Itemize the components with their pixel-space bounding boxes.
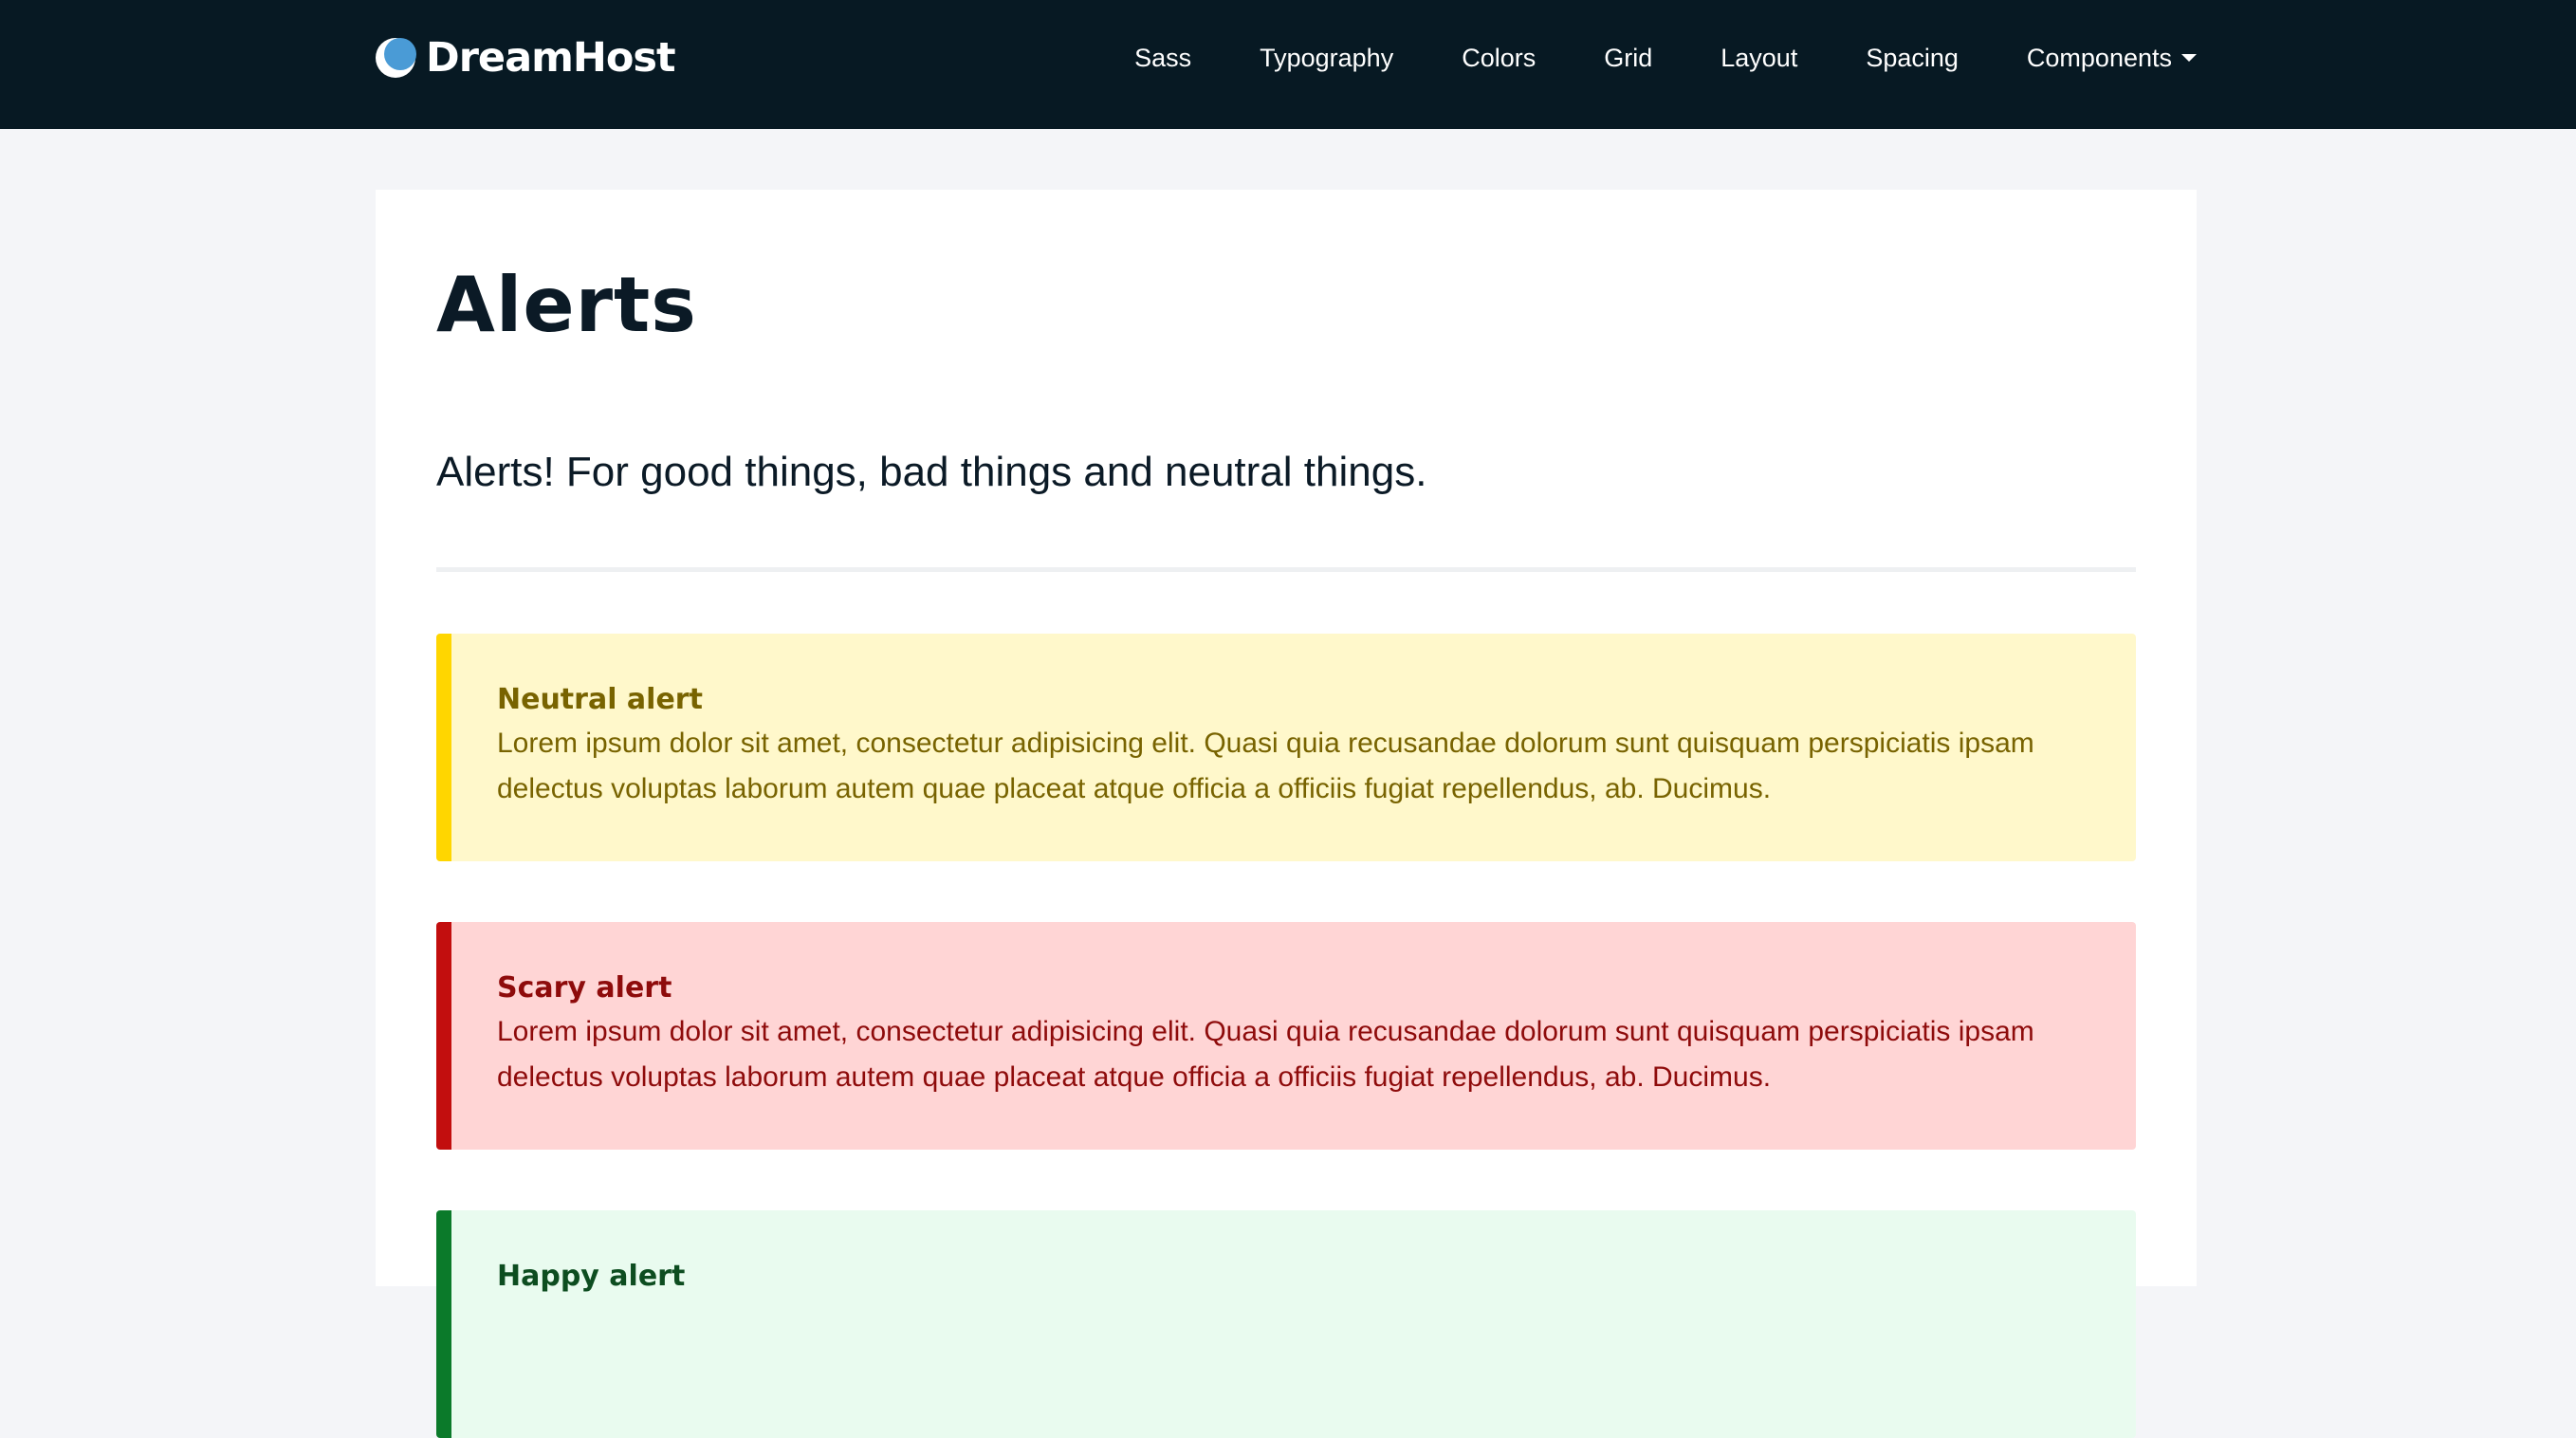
chevron-down-icon <box>2181 54 2197 62</box>
alert-body: Lorem ipsum dolor sit amet, consectetur … <box>497 1016 2034 1093</box>
alert-title: Neutral alert <box>497 683 703 716</box>
nav-item-sass[interactable]: Sass <box>1134 38 1191 78</box>
nav-item-layout[interactable]: Layout <box>1720 38 1797 78</box>
neutral-alert: Neutral alert Lorem ipsum dolor sit amet… <box>436 634 2136 861</box>
brand-link[interactable]: DreamHost <box>375 34 676 82</box>
alert-accent-bar <box>436 634 451 861</box>
nav-item-grid[interactable]: Grid <box>1604 38 1652 78</box>
nav-item-label: Grid <box>1604 44 1653 72</box>
main-nav: Sass Typography Colors Grid Layout Spaci… <box>1066 38 2197 78</box>
nav-item-components[interactable]: Components <box>2027 38 2197 78</box>
nav-item-label: Layout <box>1720 44 1798 72</box>
nav-item-label: Typography <box>1260 44 1394 72</box>
alert-accent-bar <box>436 922 451 1150</box>
brand-name: DreamHost <box>426 34 676 82</box>
nav-item-label: Colors <box>1462 44 1536 72</box>
top-navbar: DreamHost Sass Typography Colors Grid La… <box>0 0 2576 129</box>
nav-item-colors[interactable]: Colors <box>1462 38 1536 78</box>
nav-item-label: Sass <box>1134 44 1192 72</box>
page-title: Alerts <box>436 261 697 349</box>
nav-item-label: Components <box>2026 44 2172 72</box>
nav-item-typography[interactable]: Typography <box>1260 38 1393 78</box>
content-panel: Alerts Alerts! For good things, bad thin… <box>376 190 2197 1438</box>
nav-item-label: Spacing <box>1866 44 1959 72</box>
lead-text: Alerts! For good things, bad things and … <box>436 449 1427 495</box>
nav-item-spacing[interactable]: Spacing <box>1866 38 1959 78</box>
alert-body: Lorem ipsum dolor sit amet, consectetur … <box>497 728 2034 804</box>
alert-title: Happy alert <box>497 1260 686 1293</box>
alert-accent-bar <box>436 1210 451 1438</box>
section-divider <box>436 567 2136 572</box>
moon-logo-icon <box>375 37 416 79</box>
alert-title: Scary alert <box>497 971 672 1005</box>
happy-alert: Happy alert <box>436 1210 2136 1438</box>
scary-alert: Scary alert Lorem ipsum dolor sit amet, … <box>436 922 2136 1150</box>
